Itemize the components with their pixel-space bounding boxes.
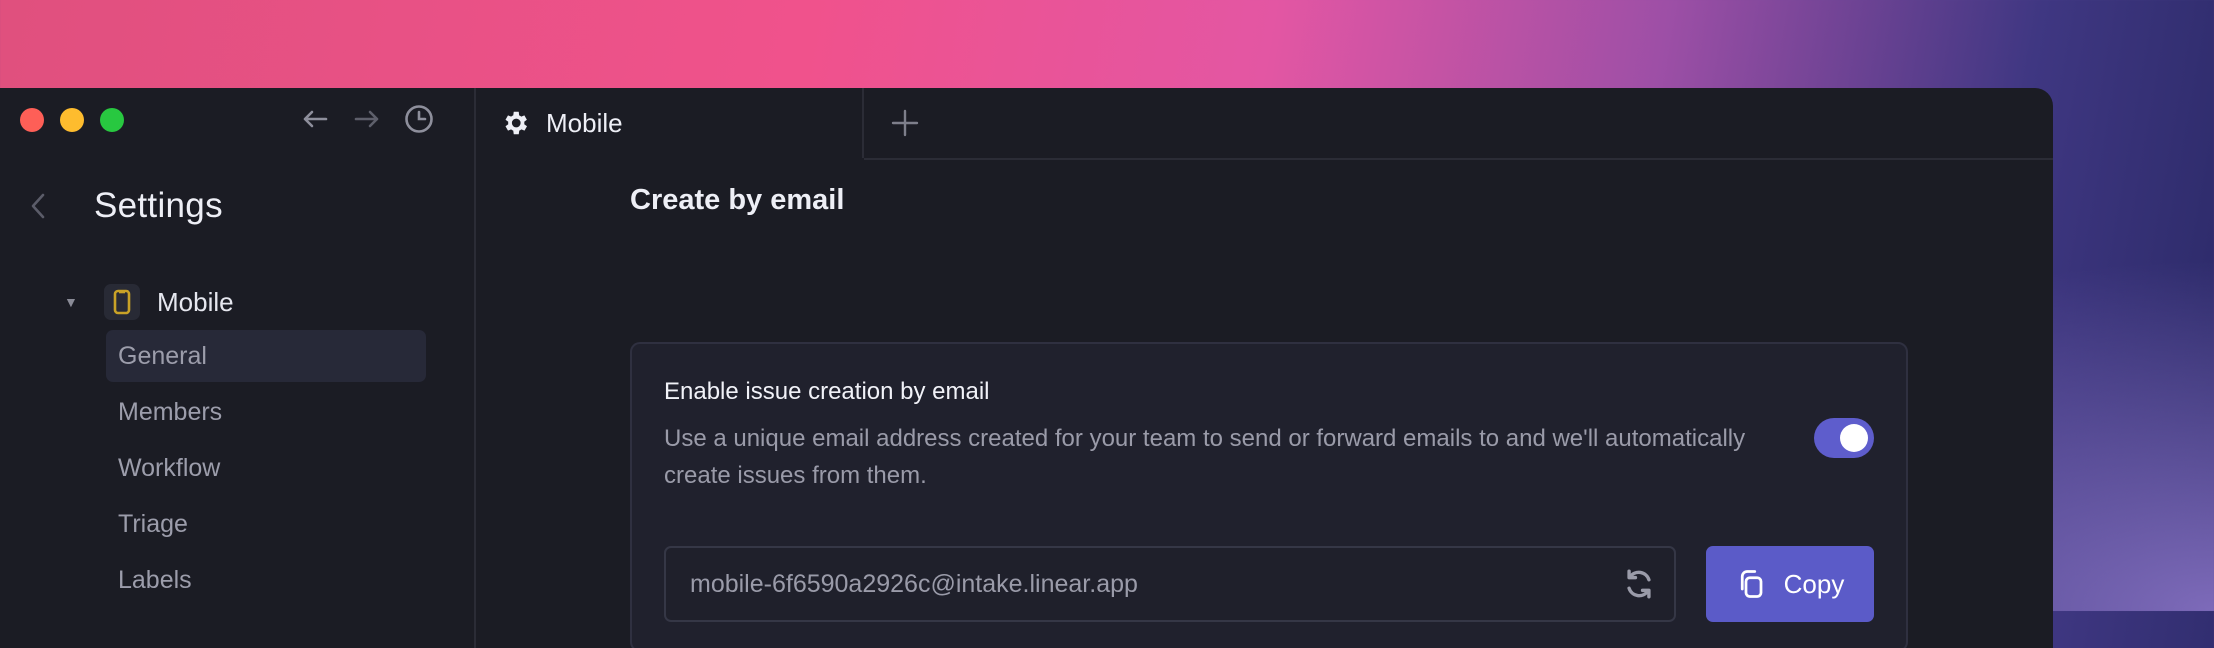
email-creation-card: Enable issue creation by email Use a uni… (630, 342, 1908, 648)
sidebar-item-label: Members (118, 397, 223, 426)
settings-title: Settings (94, 186, 223, 225)
window-controls (20, 108, 124, 132)
regenerate-email-button[interactable] (1622, 567, 1656, 601)
arrow-left-icon (303, 110, 328, 128)
chevron-left-icon (31, 193, 45, 219)
sidebar-item-labels[interactable]: Labels (106, 554, 426, 606)
minimize-window-button[interactable] (60, 108, 84, 132)
phone-icon (113, 289, 131, 315)
clock-icon (405, 105, 433, 133)
plus-icon (891, 109, 919, 137)
sidebar-item-members[interactable]: Members (106, 386, 426, 438)
sidebar-item-label: Workflow (118, 453, 221, 482)
refresh-icon (1627, 569, 1651, 599)
sidebar-item-label: Labels (118, 565, 192, 594)
card-description: Use a unique email address created for y… (664, 425, 1746, 489)
team-name: Mobile (157, 286, 234, 317)
toggle-knob (1840, 424, 1868, 452)
zoom-window-button[interactable] (100, 108, 124, 132)
history-nav (300, 104, 434, 134)
sidebar-item-triage[interactable]: Triage (106, 498, 426, 550)
tab-strip-empty (864, 88, 2053, 160)
sidebar: Settings ▼ Mobile General Members Workfl… (0, 88, 476, 648)
intake-email-value[interactable]: mobile-6f6590a2926c@intake.linear.app (690, 570, 1622, 599)
close-window-button[interactable] (20, 108, 44, 132)
sidebar-item-workflow[interactable]: Workflow (106, 442, 426, 494)
new-tab-button[interactable] (888, 106, 922, 140)
tab-mobile[interactable]: Mobile (476, 88, 864, 158)
enable-email-toggle[interactable] (1814, 418, 1874, 458)
history-button[interactable] (404, 104, 434, 134)
settings-header: Settings (30, 186, 223, 226)
main-content: Create by email Enable issue creation by… (630, 184, 1910, 648)
tab-bar: Mobile (476, 88, 2053, 160)
team-icon (104, 284, 140, 320)
copy-button-label: Copy (1783, 568, 1845, 599)
app-window: Settings ▼ Mobile General Members Workfl… (0, 88, 2053, 648)
settings-back-button[interactable] (30, 190, 58, 222)
arrow-right-icon (354, 110, 379, 128)
team-settings-nav: General Members Workflow Triage Labels (106, 330, 426, 610)
section-title: Create by email (630, 184, 845, 216)
caret-down-icon[interactable]: ▼ (64, 294, 84, 310)
sidebar-item-general[interactable]: General (106, 330, 426, 382)
card-title: Enable issue creation by email (664, 378, 990, 405)
copy-icon (1740, 570, 1763, 598)
forward-button[interactable] (352, 104, 382, 134)
tab-label: Mobile (546, 107, 623, 138)
back-button[interactable] (300, 104, 330, 134)
gear-icon (505, 111, 527, 135)
sidebar-item-label: Triage (118, 509, 188, 538)
team-row-mobile[interactable]: ▼ Mobile (64, 284, 234, 320)
sidebar-item-label: General (118, 341, 207, 370)
